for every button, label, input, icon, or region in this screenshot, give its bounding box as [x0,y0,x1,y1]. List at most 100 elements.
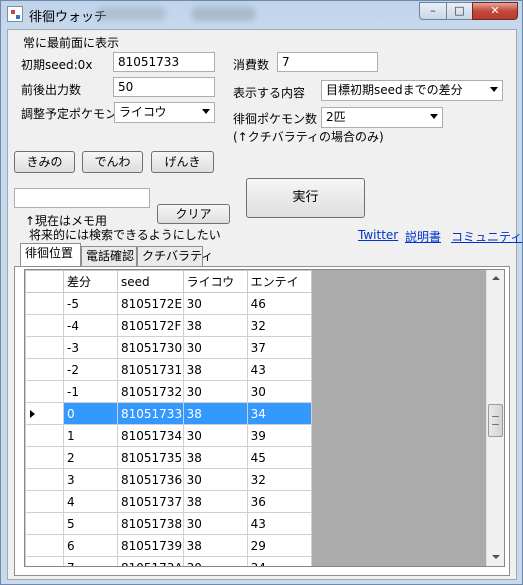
run-button[interactable]: 実行 [246,178,365,218]
table-cell[interactable]: 81051738 [117,512,184,535]
table-cell[interactable]: 3 [63,468,118,491]
table-cell[interactable]: 8105172E [117,292,184,315]
table-cell[interactable]: 5 [63,512,118,535]
kimino-button[interactable]: きみの [14,151,75,173]
table-cell[interactable]: -2 [63,358,118,381]
output-count-input[interactable]: 50 [113,77,215,97]
table-cell[interactable]: 45 [246,446,312,469]
table-cell[interactable]: 30 [182,424,248,447]
table-cell[interactable]: 81051737 [117,490,184,513]
twitter-link[interactable]: Twitter [358,228,398,242]
table-cell[interactable]: 38 [182,534,248,557]
table-cell[interactable]: 81051730 [117,336,184,359]
table-cell[interactable]: 30 [182,336,248,359]
row-header[interactable] [25,336,64,359]
table-cell[interactable]: 81051735 [117,446,184,469]
vertical-scrollbar[interactable] [486,270,504,566]
minimize-button[interactable]: – [419,2,447,20]
table-cell[interactable]: -4 [63,314,118,337]
scroll-down-arrow-icon[interactable] [487,549,504,566]
table-cell[interactable]: 43 [246,358,312,381]
table-cell[interactable]: 30 [182,556,248,566]
table-cell[interactable]: 81051739 [117,534,184,557]
table-row[interactable]: 0 81051733 38 34 [25,402,312,425]
table-row[interactable]: -1 81051732 30 30 [25,380,312,403]
table-row[interactable]: 2 81051735 38 45 [25,446,312,469]
table-cell[interactable]: -1 [63,380,118,403]
table-cell[interactable]: 4 [63,490,118,513]
table-cell[interactable]: 38 [182,490,248,513]
table-cell[interactable]: 8105173A [117,556,184,566]
row-header[interactable] [25,468,64,491]
table-cell[interactable]: 30 [182,468,248,491]
table-cell[interactable]: 6 [63,534,118,557]
table-cell[interactable]: 2 [63,446,118,469]
row-header[interactable] [25,512,64,535]
consumption-input[interactable]: 7 [277,52,378,72]
table-row[interactable]: 4 81051737 38 36 [25,490,312,513]
table-cell[interactable]: 39 [246,424,312,447]
row-header[interactable] [25,314,64,337]
clear-button[interactable]: クリア [157,204,230,224]
initial-seed-input[interactable]: 81051733 [113,52,215,72]
table-cell[interactable]: -5 [63,292,118,315]
table-cell[interactable]: 34 [246,556,312,566]
table-cell[interactable]: 32 [246,468,312,491]
table-cell[interactable]: 30 [182,380,248,403]
table-cell[interactable]: 38 [182,446,248,469]
roamer-count-select[interactable]: 2匹 [321,107,443,128]
tab-phone-check[interactable]: 電話確認 [81,246,137,266]
table-cell[interactable]: 36 [246,490,312,513]
table-cell[interactable]: -3 [63,336,118,359]
title-bar[interactable]: 徘徊ウォッチ – □ ✕ [1,1,522,27]
genki-button[interactable]: げんき [151,151,214,173]
scroll-up-arrow-icon[interactable] [487,270,504,287]
row-header[interactable] [25,490,64,513]
close-button[interactable]: ✕ [472,2,518,20]
table-cell[interactable]: 30 [182,512,248,535]
row-header[interactable] [25,446,64,469]
table-cell[interactable]: 7 [63,556,118,566]
table-cell[interactable]: 38 [182,358,248,381]
table-cell[interactable]: 81051734 [117,424,184,447]
table-row[interactable]: 6 81051739 38 29 [25,534,312,557]
table-cell[interactable]: 29 [246,534,312,557]
row-header[interactable] [25,534,64,557]
table-cell[interactable]: 38 [182,402,248,425]
row-header[interactable] [25,358,64,381]
always-on-top-checkbox[interactable]: 常に最前面に表示 [23,34,119,51]
table-row[interactable]: 5 81051738 30 43 [25,512,312,535]
table-row[interactable]: 78105173A3034 [25,556,312,566]
table-cell[interactable]: 38 [182,314,248,337]
table-cell[interactable]: 8105172F [117,314,184,337]
table-cell[interactable]: 81051732 [117,380,184,403]
column-header[interactable]: seed [117,270,184,293]
table-row[interactable]: -3 81051730 30 37 [25,336,312,359]
table-cell[interactable]: 81051731 [117,358,184,381]
table-cell[interactable]: 30 [182,292,248,315]
table-row[interactable]: -4 8105172F 38 32 [25,314,312,337]
result-grid[interactable]: 差分 seed ライコウ エンテイ -5 8105172E 30 46 -4 810517… [24,269,505,567]
table-cell[interactable]: 46 [246,292,312,315]
table-cell[interactable]: 37 [246,336,312,359]
table-cell[interactable]: 81051736 [117,468,184,491]
table-row[interactable]: 3 81051736 30 32 [25,468,312,491]
table-cell[interactable]: 0 [63,402,118,425]
community-link[interactable]: コミュニティ [451,228,522,245]
table-cell[interactable]: 1 [63,424,118,447]
row-header[interactable] [25,424,64,447]
memo-input[interactable] [14,188,150,208]
tab-kuchiba-lottery[interactable]: クチバラティ [137,246,213,266]
table-cell[interactable]: 43 [246,512,312,535]
row-header[interactable] [25,380,64,403]
row-header[interactable] [25,292,64,315]
denwa-button[interactable]: でんわ [82,151,143,173]
table-cell[interactable]: 30 [246,380,312,403]
row-header[interactable] [25,402,64,425]
table-row[interactable]: -5 8105172E 30 46 [25,292,312,315]
tab-roam-position[interactable]: 徘徊位置 [20,243,81,266]
table-cell[interactable]: 81051733 [117,402,184,425]
manual-link[interactable]: 説明書 [405,228,441,245]
table-cell[interactable]: 32 [246,314,312,337]
column-header[interactable]: ライコウ [182,270,248,293]
